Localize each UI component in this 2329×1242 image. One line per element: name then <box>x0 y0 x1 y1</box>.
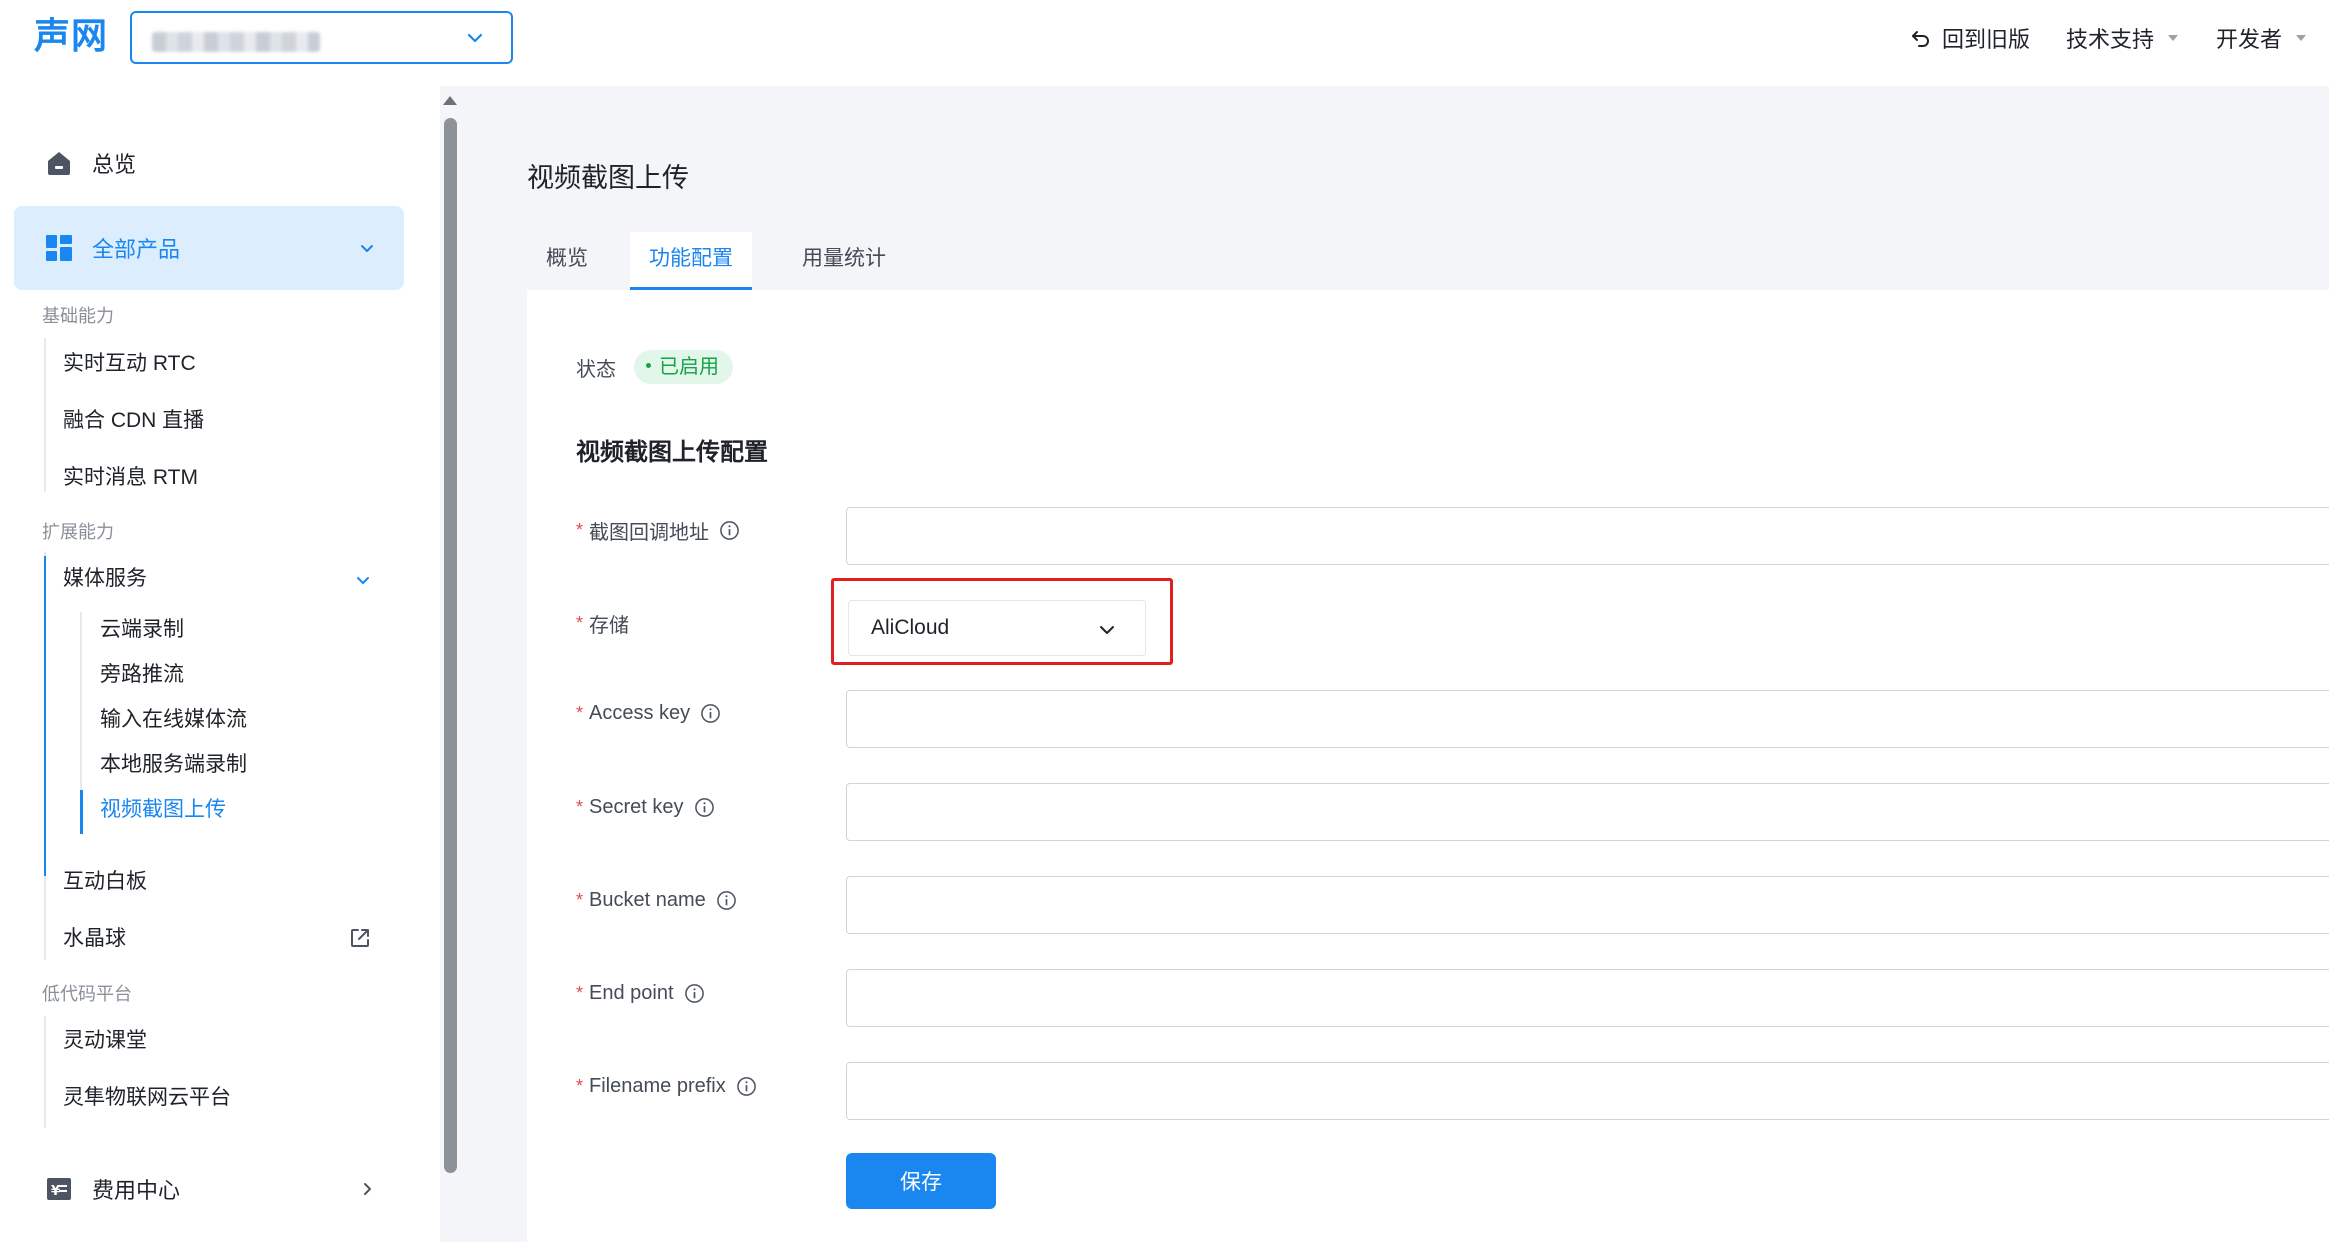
sidebar-item-label: 总览 <box>92 152 137 177</box>
field-label-text: Access key <box>589 701 691 724</box>
sidebar-item-video-snapshot[interactable]: 视频截图上传 <box>100 796 226 824</box>
home-icon <box>48 152 70 175</box>
secret-key-input[interactable] <box>846 783 2329 841</box>
required-mark: * <box>576 889 584 910</box>
end-point-input[interactable] <box>846 969 2329 1027</box>
sidebar-item-bypass-push[interactable]: 旁路推流 <box>100 661 184 689</box>
tree-line-active <box>44 556 46 876</box>
sidebar-scrollbar-thumb[interactable] <box>444 118 457 1173</box>
required-mark: * <box>576 519 584 540</box>
callback-url-input[interactable] <box>846 507 2329 565</box>
back-to-old-link[interactable]: 回到旧版 <box>1910 22 2030 54</box>
access-key-label: * Access key <box>576 698 721 728</box>
sidebar-item-iot-platform[interactable]: 灵隼物联网云平台 <box>63 1084 231 1112</box>
sidebar-item-rtm[interactable]: 实时消息 RTM <box>63 464 198 492</box>
receipt-icon: ¥ <box>47 1178 71 1200</box>
info-icon[interactable] <box>716 890 737 911</box>
info-icon[interactable] <box>700 703 721 724</box>
sidebar-item-rtc[interactable]: 实时互动 RTC <box>63 350 196 378</box>
tree-line <box>44 1016 46 1128</box>
scroll-up-arrow-icon[interactable] <box>443 96 457 105</box>
project-name-redacted <box>152 32 320 52</box>
sidebar-item-local-recording[interactable]: 本地服务端录制 <box>100 751 247 779</box>
secret-key-label: * Secret key <box>576 792 715 822</box>
chevron-down-icon <box>467 33 483 43</box>
save-button[interactable]: 保存 <box>846 1153 996 1209</box>
group-label-lowcode: 低代码平台 <box>42 984 132 1004</box>
field-label-text: 存储 <box>589 614 630 637</box>
field-label-text: 截图回调地址 <box>589 521 710 544</box>
sidebar-item-label: 费用中心 <box>92 1178 181 1203</box>
developer-menu[interactable]: 开发者 <box>2216 22 2307 54</box>
bucket-name-input[interactable] <box>846 876 2329 934</box>
access-key-input[interactable] <box>846 690 2329 748</box>
sidebar-item-billing[interactable]: ¥ 费用中心 <box>14 1161 404 1217</box>
field-label-text: End point <box>589 981 674 1004</box>
field-label-text: Bucket name <box>589 888 706 911</box>
tree-line-active <box>80 790 83 834</box>
field-label-text: Filename prefix <box>589 1074 726 1097</box>
chevron-down-icon <box>361 245 373 252</box>
sidebar-item-cloud-recording[interactable]: 云端录制 <box>100 616 184 644</box>
sidebar-item-media-service[interactable]: 媒体服务 <box>63 565 147 593</box>
info-icon[interactable] <box>736 1076 757 1097</box>
info-icon[interactable] <box>719 520 740 541</box>
sidebar-item-cdn[interactable]: 融合 CDN 直播 <box>63 407 204 435</box>
info-icon[interactable] <box>684 983 705 1004</box>
page-title: 视频截图上传 <box>527 163 689 193</box>
sidebar-item-overview[interactable]: 总览 <box>14 135 404 191</box>
status-dot-icon <box>646 363 651 369</box>
status-value: 已启用 <box>659 356 719 378</box>
caret-down-icon <box>2168 35 2179 41</box>
required-mark: * <box>576 612 584 633</box>
tab-feature-config[interactable]: 功能配置 <box>630 232 752 290</box>
logo[interactable]: 声网 <box>34 16 108 56</box>
back-to-old-label: 回到旧版 <box>1942 27 2031 52</box>
chevron-right-icon <box>364 1183 371 1195</box>
sidebar-item-flexible-classroom[interactable]: 灵动课堂 <box>63 1027 147 1055</box>
bucket-name-label: * Bucket name <box>576 885 737 915</box>
tab-overview[interactable]: 概览 <box>527 232 607 290</box>
status-badge: 已启用 <box>634 350 733 384</box>
grid-icon <box>46 235 72 261</box>
sidebar-item-media-pull[interactable]: 输入在线媒体流 <box>100 706 247 734</box>
info-icon[interactable] <box>694 797 715 818</box>
required-mark: * <box>576 1075 584 1096</box>
callback-url-label: * 截图回调地址 <box>576 515 740 545</box>
storage-label: * 存储 <box>576 608 629 638</box>
section-title: 视频截图上传配置 <box>576 439 768 466</box>
svg-text:¥: ¥ <box>51 1184 60 1199</box>
sidebar-item-whiteboard[interactable]: 互动白板 <box>63 868 147 896</box>
external-link-icon[interactable] <box>348 926 372 950</box>
tree-line <box>44 338 46 492</box>
tab-usage-stats[interactable]: 用量统计 <box>777 232 911 290</box>
status-row: 状态 已启用 <box>576 350 733 384</box>
filename-prefix-label: * Filename prefix <box>576 1071 757 1101</box>
status-label: 状态 <box>576 358 616 381</box>
developer-label: 开发者 <box>2216 27 2283 52</box>
caret-down-icon <box>2296 35 2307 41</box>
field-label-text: Secret key <box>589 795 684 818</box>
sidebar-item-all-products[interactable]: 全部产品 <box>14 206 404 290</box>
chevron-down-icon[interactable] <box>356 573 370 587</box>
project-select[interactable] <box>130 11 513 64</box>
group-label-basic: 基础能力 <box>42 306 114 326</box>
tech-support-menu[interactable]: 技术支持 <box>2066 22 2179 54</box>
tech-support-label: 技术支持 <box>2066 27 2155 52</box>
end-point-label: * End point <box>576 978 705 1008</box>
filename-prefix-input[interactable] <box>846 1062 2329 1120</box>
required-mark: * <box>576 796 584 817</box>
sidebar-item-label: 全部产品 <box>92 237 181 262</box>
top-bar: 声网 回到旧版 技术支持 开发者 <box>0 0 2329 86</box>
annotation-highlight-box <box>831 578 1173 665</box>
required-mark: * <box>576 702 584 723</box>
group-label-extended: 扩展能力 <box>42 522 114 542</box>
undo-icon <box>1912 31 1929 47</box>
sidebar-item-crystal-ball[interactable]: 水晶球 <box>63 925 126 953</box>
required-mark: * <box>576 982 584 1003</box>
